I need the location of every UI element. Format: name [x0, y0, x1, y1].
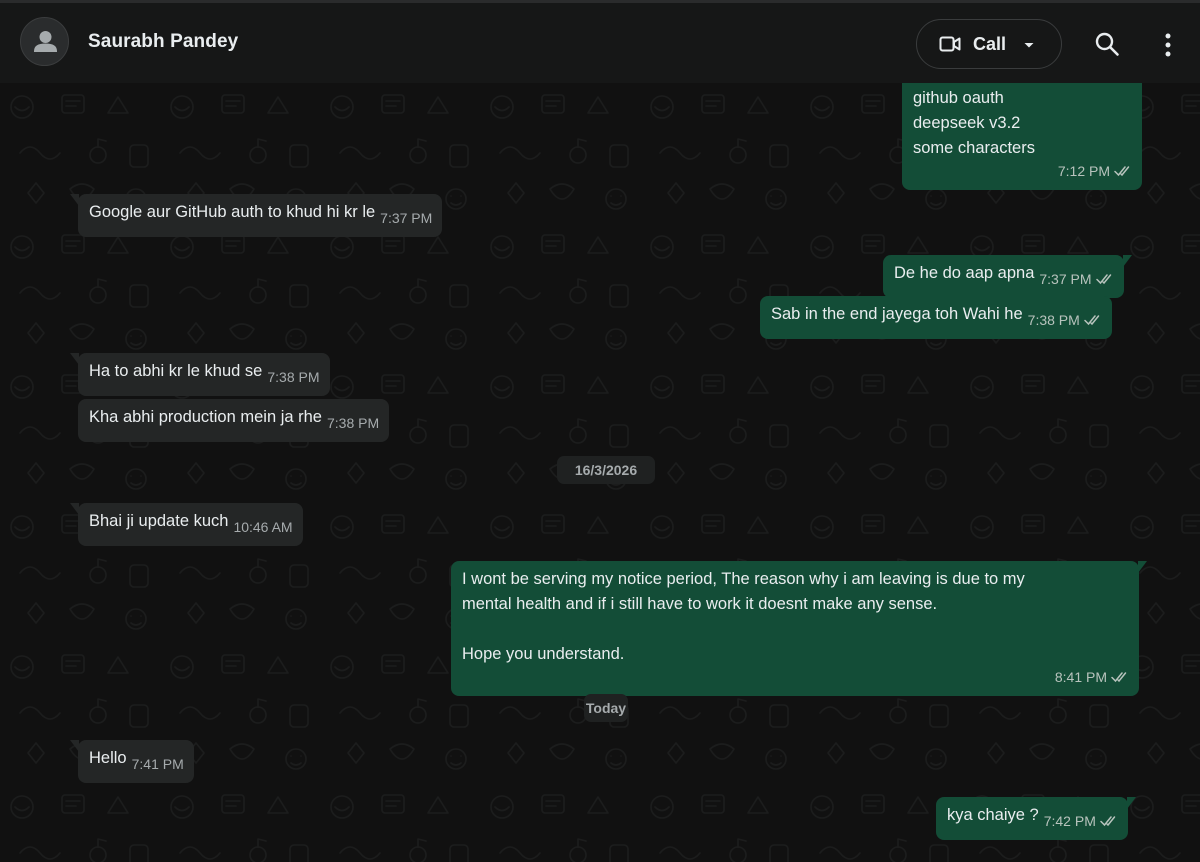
message-meta: 7:41 PM [132, 752, 184, 777]
date-divider: 16/3/2026 [557, 456, 655, 484]
message-time: 7:38 PM [326, 415, 380, 431]
message-meta: 8:41 PM [467, 665, 1129, 690]
search-icon[interactable] [1094, 31, 1120, 57]
call-label: Call [973, 34, 1007, 54]
message-text: Ha to abhi kr le khud se [89, 362, 263, 380]
video-icon [939, 36, 961, 52]
read-receipt-icon [1114, 166, 1130, 177]
read-receipt-icon [1100, 816, 1116, 827]
caret-down-icon[interactable] [1022, 38, 1036, 52]
message-meta: 7:38 PM [327, 411, 379, 436]
outgoing-message[interactable]: Sab in the end jayega toh Wahi he 7:38 PM [760, 296, 1112, 339]
chat-area[interactable]: google oauth github oauth deepseek v3.2 … [0, 83, 1200, 862]
message-time: 7:12 PM [1057, 163, 1110, 179]
message-time: 7:37 PM [380, 210, 433, 226]
outgoing-message[interactable]: kya chaiye ? 7:42 PM [936, 797, 1136, 840]
message-meta: 7:37 PM [1039, 267, 1113, 292]
avatar[interactable] [20, 17, 69, 66]
incoming-message[interactable]: Bhai ji update kuch 10:46 AM [70, 503, 303, 546]
message-meta: 7:38 PM [1028, 308, 1102, 333]
message-meta: 10:46 AM [233, 515, 292, 540]
avatar-placeholder-icon [34, 31, 57, 52]
read-receipt-icon [1095, 274, 1111, 285]
message-time: 7:41 PM [131, 756, 184, 772]
more-vertical-icon[interactable] [1158, 30, 1178, 60]
incoming-message[interactable]: Kha abhi production mein ja rhe 7:38 PM [78, 399, 390, 442]
read-receipt-icon [1111, 672, 1127, 683]
outgoing-message[interactable]: De he do aap apna 7:37 PM [883, 255, 1132, 298]
outgoing-message[interactable]: google oauth github oauth deepseek v3.2 … [902, 83, 1142, 190]
message-time: 7:42 PM [1043, 813, 1096, 829]
message-time: 7:38 PM [267, 369, 320, 385]
incoming-message[interactable]: Ha to abhi kr le khud se 7:38 PM [70, 353, 330, 396]
message-time: 7:38 PM [1027, 312, 1080, 328]
contact-name[interactable]: Saurabh Pandey [88, 31, 238, 53]
message-meta: 7:37 PM [380, 206, 432, 231]
message-text: Google aur GitHub auth to khud hi kr le [89, 203, 376, 221]
message-text: kya chaiye ? [947, 806, 1039, 824]
message-text: I wont be serving my notice period, The … [462, 570, 1025, 663]
message-text: google oauth github oauth deepseek v3.2 … [913, 89, 1035, 157]
message-time: 8:41 PM [1054, 669, 1107, 685]
outgoing-message[interactable]: I wont be serving my notice period, The … [451, 561, 1147, 696]
message-text: Bhai ji update kuch [89, 512, 229, 530]
message-text: Sab in the end jayega toh Wahi he [771, 305, 1023, 323]
date-divider: Today [584, 694, 628, 722]
message-time: 7:37 PM [1039, 271, 1092, 287]
message-text: De he do aap apna [894, 264, 1035, 282]
call-button[interactable]: Call [916, 19, 1062, 69]
incoming-message[interactable]: Google aur GitHub auth to khud hi kr le 7… [69, 194, 443, 237]
message-meta: 7:42 PM [1044, 809, 1118, 834]
incoming-message[interactable]: Hello 7:41 PM [70, 740, 194, 783]
message-time: 10:46 AM [233, 519, 293, 535]
message-meta: 7:12 PM [918, 159, 1132, 184]
message-meta: 7:38 PM [267, 365, 319, 390]
message-text: Kha abhi production mein ja rhe [89, 408, 322, 426]
message-text: Hello [89, 749, 127, 767]
read-receipt-icon [1084, 315, 1100, 326]
chat-header: Saurabh Pandey Call [0, 3, 1200, 83]
